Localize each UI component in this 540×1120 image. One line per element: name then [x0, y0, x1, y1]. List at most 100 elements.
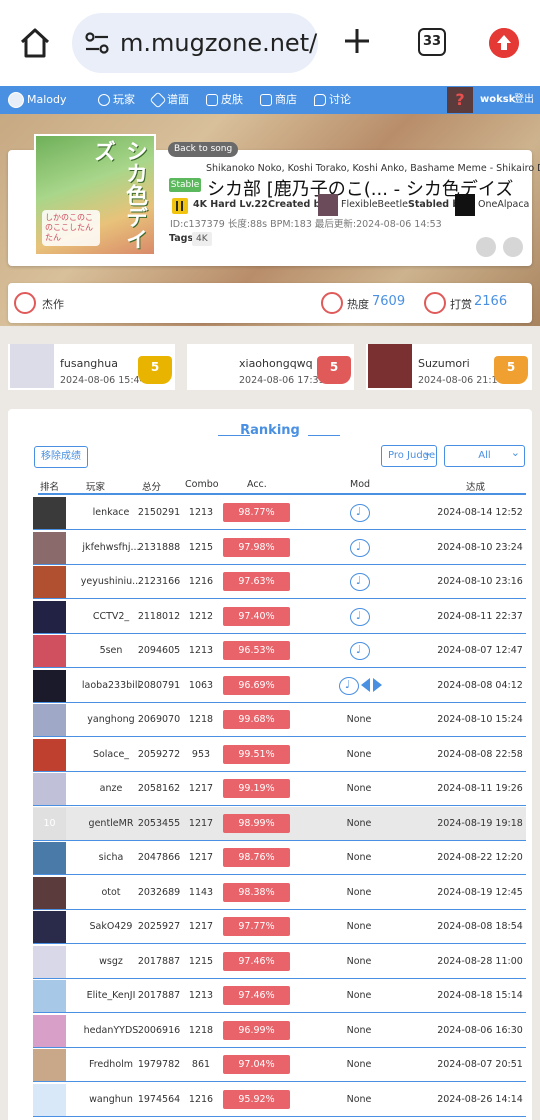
- table-row[interactable]: SakO429 2025927 1217 97.77% None 2024-08-08 1…: [33, 910, 526, 944]
- total-score: 1979782: [137, 1059, 181, 1070]
- table-row[interactable]: lenkace2150291121398.77%2024-08-14 12:52: [33, 496, 526, 530]
- avatar[interactable]: [33, 1014, 66, 1047]
- new-tab-icon[interactable]: [342, 26, 372, 56]
- song-title: シカ部 [鹿乃子のこ(... - シカ色デイズ: [207, 179, 514, 200]
- avatar[interactable]: [33, 635, 66, 667]
- tag-chip[interactable]: 4K: [192, 232, 212, 246]
- combo: 1213: [188, 990, 214, 1001]
- total-score: 2032689: [137, 886, 181, 898]
- logout-link[interactable]: 登出: [514, 86, 534, 114]
- nav-logo[interactable]: Malody: [8, 86, 67, 114]
- avatar[interactable]: [33, 842, 66, 874]
- site-settings-icon[interactable]: [84, 31, 110, 55]
- song-cover: シカ色デイズ しかのこのこのここしたんたん: [34, 134, 156, 256]
- avatar[interactable]: [33, 1049, 66, 1081]
- avatar[interactable]: [33, 773, 66, 805]
- total-score: 2058162: [137, 783, 181, 794]
- avatar: [189, 344, 233, 388]
- avatar[interactable]: [33, 600, 66, 633]
- total-score: 2094605: [137, 645, 181, 656]
- accuracy-badge: 97.46%: [223, 986, 290, 1005]
- coin-icon[interactable]: [424, 292, 446, 314]
- table-row[interactable]: hedanYYDS 2006916 1218 96.99% None 2024-08-06…: [33, 1014, 526, 1048]
- mod-text: None: [346, 714, 372, 725]
- table-row[interactable]: yeyushiniu...2123166121697.63%2024-08-10…: [33, 565, 526, 599]
- accuracy-badge: 97.40%: [223, 606, 290, 626]
- stabler-name[interactable]: OneAlpaca: [478, 199, 529, 210]
- table-row[interactable]: otot 2032689 1143 98.38% None 2024-08-19 12:4…: [33, 876, 526, 910]
- edit-icon[interactable]: [476, 237, 496, 257]
- avatar[interactable]: [33, 566, 66, 598]
- nav-item-skins[interactable]: 皮肤: [206, 86, 243, 114]
- browser-toolbar: m.mugzone.net/ 33: [0, 0, 540, 86]
- nav-item-label: 讨论: [329, 93, 351, 106]
- avatar[interactable]: [33, 980, 66, 1012]
- table-row[interactable]: CCTV2_2118012121297.40%2024-08-11 22:37: [33, 600, 526, 634]
- avatar[interactable]: [33, 704, 66, 736]
- user-avatar[interactable]: ?: [447, 87, 473, 113]
- avatar[interactable]: [33, 945, 66, 978]
- table-row[interactable]: Elite_KenJI 2017887 1213 97.46% None 2024-08-…: [33, 979, 526, 1013]
- avatar[interactable]: [33, 911, 66, 943]
- table-row[interactable]: 10 gentleMR 2053455 1217 98.99% None 2024-08-1…: [33, 806, 526, 841]
- avatar[interactable]: [33, 1083, 66, 1116]
- update-icon[interactable]: [489, 28, 519, 58]
- accuracy-badge: 95.92%: [223, 1089, 290, 1109]
- avatar[interactable]: [33, 531, 66, 564]
- url-text[interactable]: m.mugzone.net/: [120, 29, 317, 57]
- nav-item-charts[interactable]: 谱面: [149, 86, 189, 114]
- tabs-icon[interactable]: 33: [418, 28, 446, 56]
- table-row[interactable]: jkfehwsfhj...2131888121597.98%2024-08-10…: [33, 531, 526, 565]
- top3-card[interactable]: fusanghua 2024-08-06 15:44 5: [8, 344, 175, 390]
- combo: 1217: [188, 852, 214, 863]
- avatar[interactable]: [33, 876, 66, 909]
- mod-icon: [339, 676, 359, 695]
- table-row[interactable]: 5sen2094605121396.53%2024-08-07 12:47: [33, 634, 526, 668]
- mod-text: None: [346, 1093, 372, 1105]
- stats-bar: 杰作 热度 7609 打赏 2166: [8, 283, 532, 323]
- address-bar[interactable]: m.mugzone.net/: [72, 13, 318, 73]
- nav-item-forum[interactable]: 讨论: [314, 86, 351, 114]
- clear-scores-button[interactable]: 移除成绩: [34, 446, 88, 468]
- title-divider: [308, 435, 340, 436]
- table-row[interactable]: wanghun 1974564 1216 95.92% None 2024-08-26 1…: [33, 1083, 526, 1117]
- username[interactable]: woksk: [480, 86, 515, 114]
- mod-icon: [350, 573, 370, 591]
- table-row[interactable]: Fredholm 1979782 861 97.04% None 2024-08-07 2…: [33, 1048, 526, 1082]
- top3-card[interactable]: xiaohongqwq 2024-08-06 17:39 5: [187, 344, 354, 390]
- creator-name[interactable]: FlexibleBeetle: [341, 199, 408, 210]
- top3-card[interactable]: Suzumori 2024-08-06 21:18 5: [366, 344, 532, 390]
- table-row[interactable]: Solace_ 2059272 953 99.51% None 2024-08-08 22…: [33, 738, 526, 772]
- table-row[interactable]: anze 2058162 1217 99.19% None 2024-08-11 19:2…: [33, 772, 526, 806]
- stabler-avatar[interactable]: [455, 194, 475, 216]
- achieved-date: 2024-08-11 19:26: [437, 783, 523, 794]
- total-score: 2069070: [137, 714, 181, 725]
- creator-avatar[interactable]: [318, 194, 338, 216]
- nav-item-players[interactable]: 玩家: [98, 86, 135, 114]
- combo: 1218: [188, 1024, 214, 1036]
- combo: 861: [191, 1059, 211, 1070]
- avatar[interactable]: [33, 738, 66, 771]
- mod-icon: [350, 538, 370, 557]
- accuracy-badge: 96.53%: [223, 641, 290, 660]
- achieved-date: 2024-08-07 12:47: [437, 645, 523, 656]
- judge-select[interactable]: Pro Judge: [381, 445, 437, 467]
- mod-mirror-icon: [373, 677, 382, 692]
- mod-icon: [350, 642, 370, 660]
- table-row[interactable]: sicha 2047866 1217 98.76% None 2024-08-22 12:…: [33, 841, 526, 875]
- table-row[interactable]: wsgz 2017887 1215 97.46% None 2024-08-28 11:0…: [33, 945, 526, 979]
- combo: 1213: [188, 645, 214, 656]
- back-to-song-button[interactable]: Back to song: [168, 142, 239, 157]
- cover-subtitle: しかのこのこのここしたんたん: [42, 210, 100, 246]
- table-row[interactable]: laoba233bili2080791106396.69%2024-08-08 …: [33, 669, 526, 703]
- avatar[interactable]: [33, 497, 66, 529]
- nav-item-store[interactable]: 商店: [260, 86, 297, 114]
- avatar[interactable]: [33, 669, 66, 702]
- mod-mirror-icon: [361, 677, 370, 692]
- table-row[interactable]: yanghong 2069070 1218 99.68% None 2024-08-10 …: [33, 703, 526, 737]
- home-icon[interactable]: [18, 26, 52, 60]
- nav-item-label: 玩家: [113, 93, 135, 106]
- history-icon[interactable]: [503, 237, 523, 257]
- filter-select[interactable]: All: [444, 443, 525, 467]
- mod-text: None: [346, 921, 372, 932]
